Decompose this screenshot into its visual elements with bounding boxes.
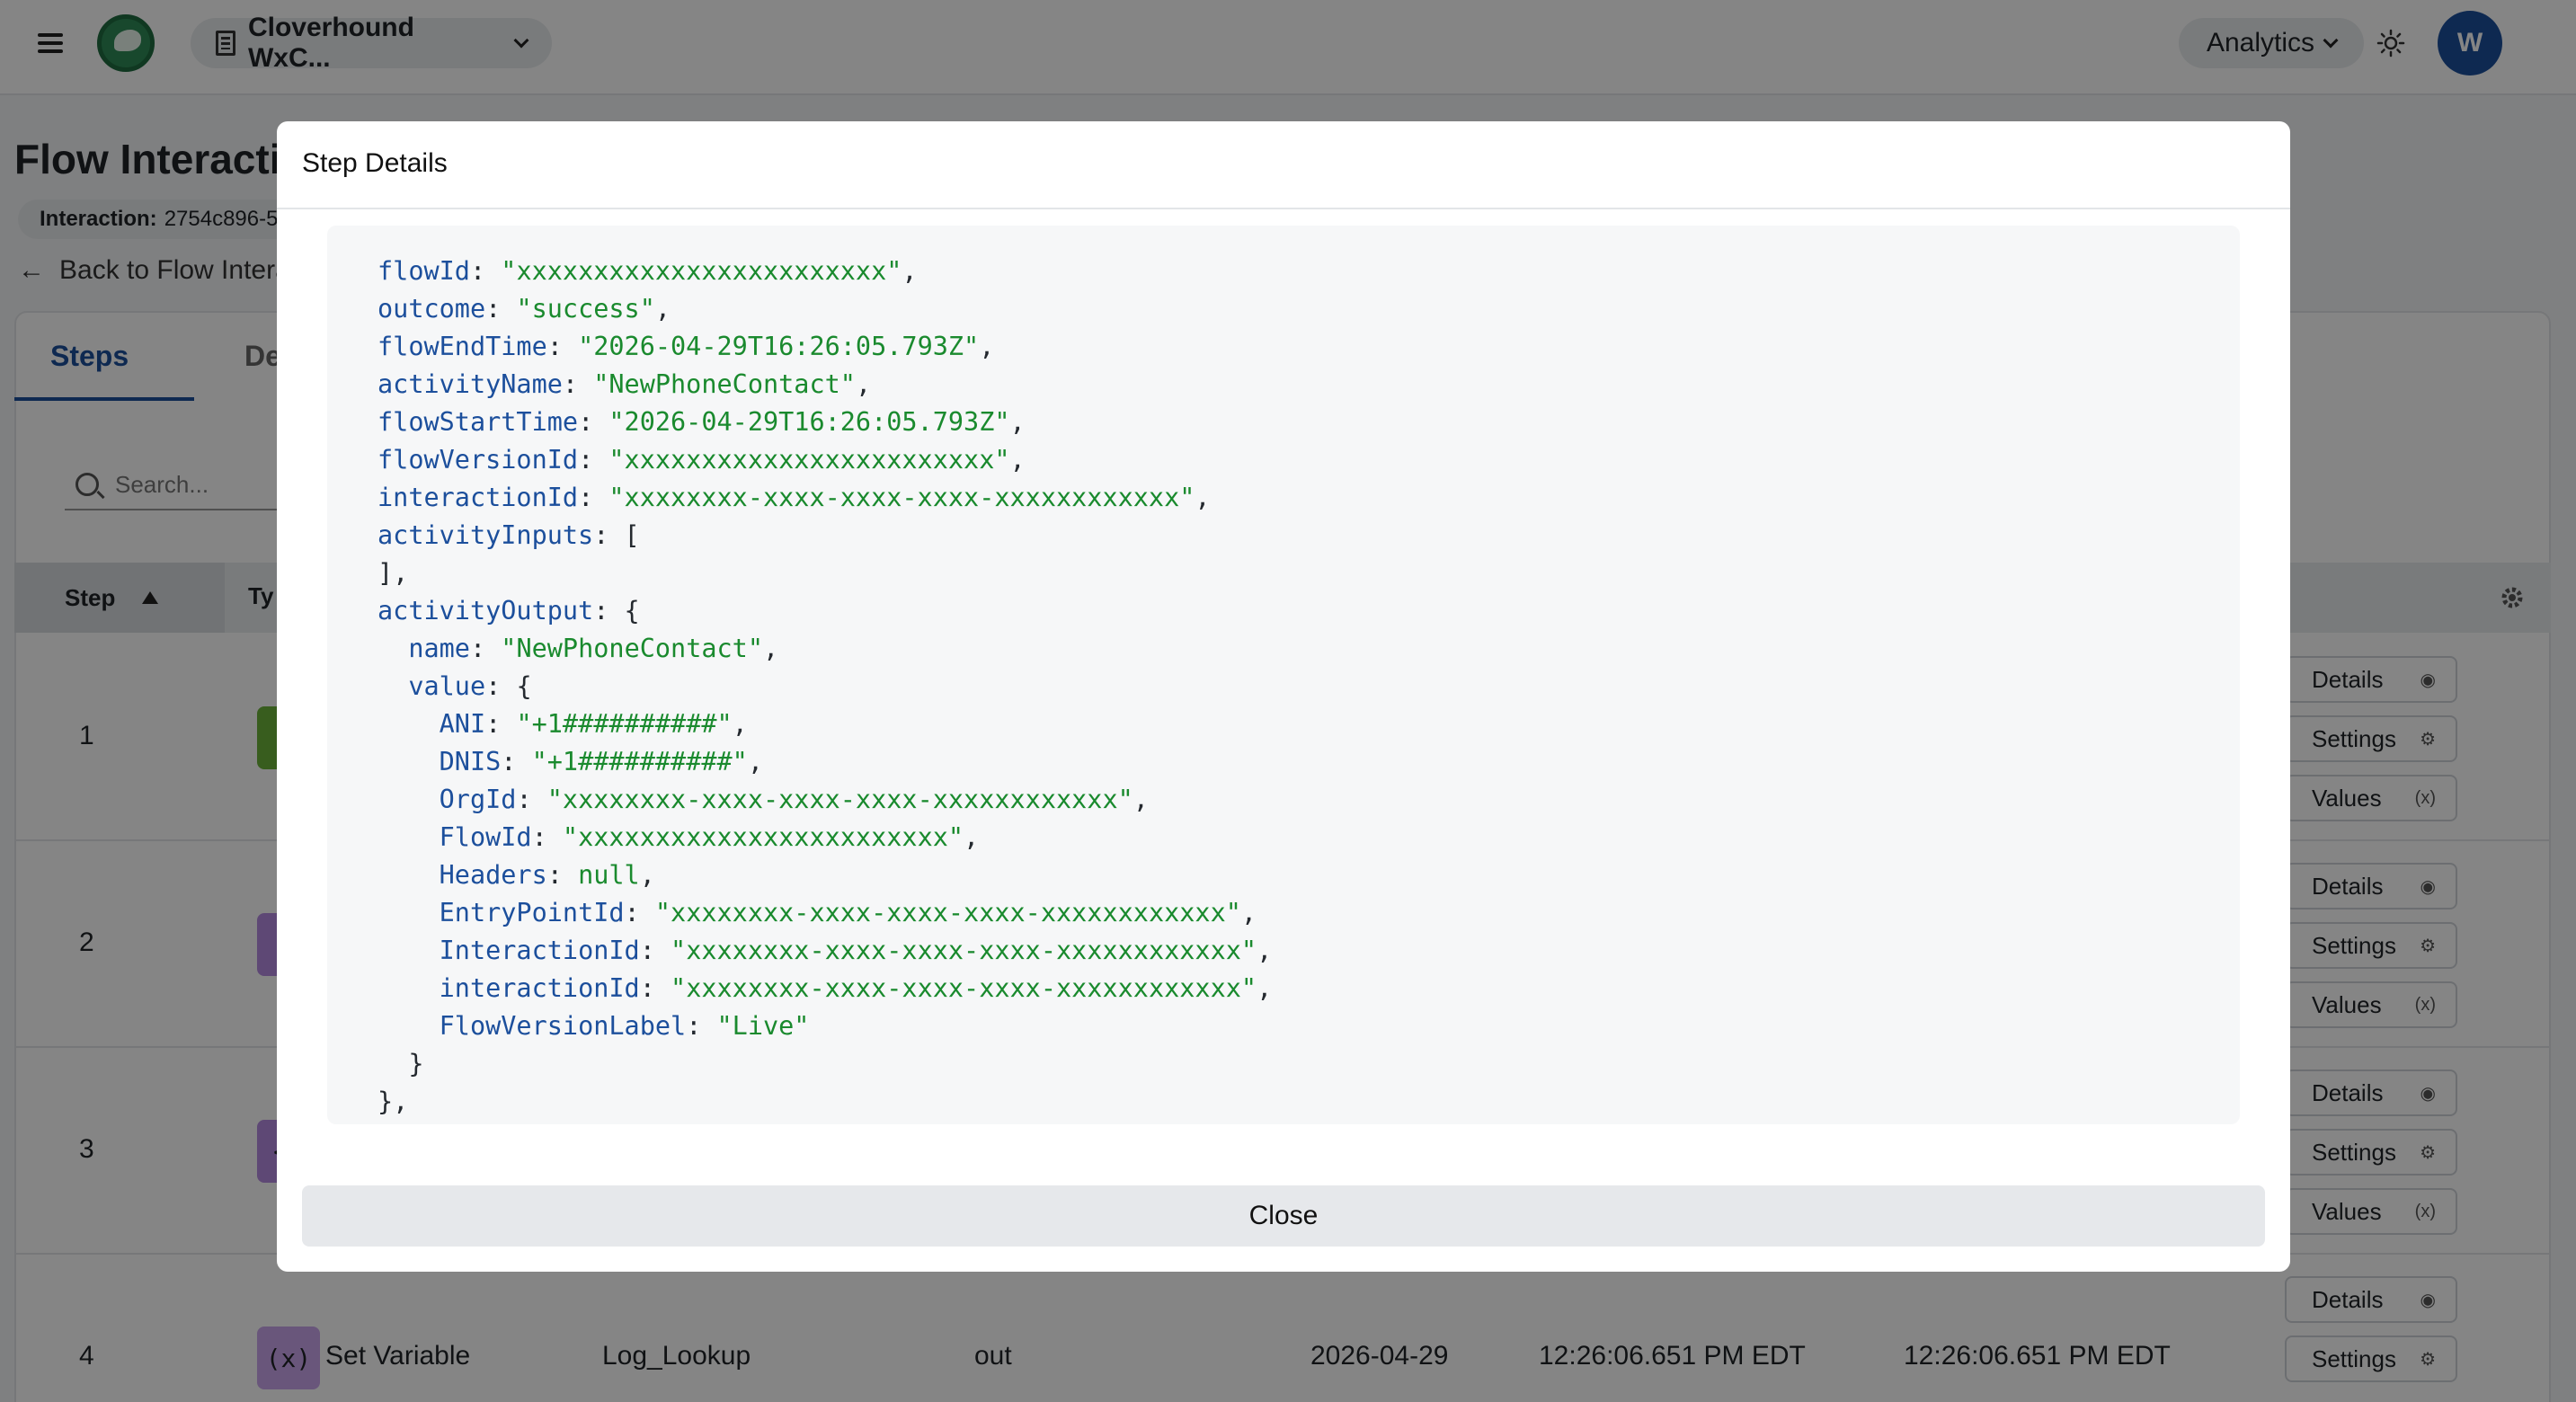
code-key: EntryPointId bbox=[439, 898, 625, 927]
code-value: "+1##########" bbox=[516, 709, 733, 739]
code-value: "2026-04-29T16:26:05.793Z" bbox=[608, 407, 1010, 437]
code-value: "xxxxxxxxxxxxxxxxxxxxxxxx" bbox=[608, 445, 1010, 475]
code-punctuation: , bbox=[763, 634, 779, 663]
code-punctuation: , bbox=[979, 332, 995, 361]
code-line: ], bbox=[378, 555, 2240, 592]
code-key: interactionId bbox=[439, 973, 640, 1003]
code-value: "success" bbox=[516, 294, 655, 324]
code-punctuation: [ bbox=[624, 520, 640, 550]
step-details-modal: Step Details flowId: "xxxxxxxxxxxxxxxxxx… bbox=[277, 121, 2290, 1272]
code-line: interactionId: "xxxxxxxx-xxxx-xxxx-xxxx-… bbox=[378, 483, 1211, 512]
code-key: flowVersionId bbox=[378, 445, 579, 475]
code-punctuation: }, bbox=[378, 1087, 409, 1116]
close-button[interactable]: Close bbox=[302, 1185, 2265, 1247]
code-punctuation: , bbox=[747, 747, 763, 776]
code-line: DNIS: "+1##########", bbox=[439, 747, 763, 776]
code-key: DNIS bbox=[439, 747, 502, 776]
code-line: outcome: "success", bbox=[378, 294, 671, 324]
code-punctuation: , bbox=[1133, 785, 1149, 814]
code-key: activityName bbox=[378, 369, 563, 399]
code-key: interactionId bbox=[378, 483, 579, 512]
code-punctuation: , bbox=[1009, 407, 1026, 437]
code-key: Headers bbox=[439, 860, 547, 890]
code-punctuation: , bbox=[1195, 483, 1211, 512]
divider bbox=[277, 208, 2290, 209]
code-punctuation: , bbox=[1257, 936, 1273, 965]
code-line: flowStartTime: "2026-04-29T16:26:05.793Z… bbox=[378, 407, 1026, 437]
code-punctuation: , bbox=[902, 256, 918, 286]
code-key: flowEndTime bbox=[378, 332, 547, 361]
code-line: activityInputs: [ bbox=[378, 520, 640, 550]
code-line: activityOutput: { bbox=[378, 596, 640, 626]
code-value: "xxxxxxxx-xxxx-xxxx-xxxx-xxxxxxxxxxxx" bbox=[608, 483, 1195, 512]
code-key: outcome bbox=[378, 294, 486, 324]
code-value: "NewPhoneContact" bbox=[501, 634, 763, 663]
code-value: "xxxxxxxx-xxxx-xxxx-xxxx-xxxxxxxxxxxx" bbox=[546, 785, 1133, 814]
code-punctuation: , bbox=[1240, 898, 1257, 927]
code-value: "xxxxxxxxxxxxxxxxxxxxxxxx" bbox=[562, 822, 964, 852]
code-line: flowEndTime: "2026-04-29T16:26:05.793Z", bbox=[378, 332, 995, 361]
code-punctuation: { bbox=[516, 671, 532, 701]
code-value: "Live" bbox=[716, 1011, 810, 1041]
code-punctuation: , bbox=[1009, 445, 1026, 475]
code-punctuation: , bbox=[639, 860, 655, 890]
code-value: null bbox=[578, 860, 640, 890]
code-line: EntryPointId: "xxxxxxxx-xxxx-xxxx-xxxx-x… bbox=[439, 898, 1257, 927]
code-line: interactionId: "xxxxxxxx-xxxx-xxxx-xxxx-… bbox=[439, 973, 1273, 1003]
code-line: FlowVersionLabel: "Live" bbox=[439, 1011, 810, 1041]
code-punctuation: } bbox=[408, 1049, 424, 1078]
code-punctuation: ], bbox=[378, 558, 409, 588]
modal-title: Step Details bbox=[302, 148, 448, 178]
code-line: activityName: "NewPhoneContact", bbox=[378, 369, 872, 399]
code-value: "xxxxxxxx-xxxx-xxxx-xxxx-xxxxxxxxxxxx" bbox=[654, 898, 1241, 927]
code-value: "2026-04-29T16:26:05.793Z" bbox=[578, 332, 980, 361]
code-punctuation: , bbox=[964, 822, 980, 852]
code-punctuation: , bbox=[1257, 973, 1273, 1003]
code-line: InteractionId: "xxxxxxxx-xxxx-xxxx-xxxx-… bbox=[439, 936, 1273, 965]
json-code-block[interactable]: flowId: "xxxxxxxxxxxxxxxxxxxxxxxx", outco… bbox=[327, 226, 2240, 1124]
code-punctuation: , bbox=[855, 369, 872, 399]
code-punctuation: , bbox=[732, 709, 748, 739]
code-key: activityOutput bbox=[378, 596, 594, 626]
code-line: Headers: null, bbox=[439, 860, 655, 890]
code-key: name bbox=[408, 634, 470, 663]
code-key: activityInputs bbox=[378, 520, 594, 550]
code-line: value: { bbox=[408, 671, 532, 701]
code-key: flowStartTime bbox=[378, 407, 579, 437]
code-value: "xxxxxxxxxxxxxxxxxxxxxxxx" bbox=[501, 256, 902, 286]
code-key: InteractionId bbox=[439, 936, 640, 965]
code-line: flowId: "xxxxxxxxxxxxxxxxxxxxxxxx", bbox=[378, 256, 918, 286]
code-line: FlowId: "xxxxxxxxxxxxxxxxxxxxxxxx", bbox=[439, 822, 980, 852]
code-value: "NewPhoneContact" bbox=[593, 369, 856, 399]
code-key: OrgId bbox=[439, 785, 517, 814]
code-key: value bbox=[408, 671, 486, 701]
code-value: "+1##########" bbox=[531, 747, 748, 776]
code-punctuation: { bbox=[624, 596, 640, 626]
code-line: flowVersionId: "xxxxxxxxxxxxxxxxxxxxxxxx… bbox=[378, 445, 1026, 475]
code-line: }, bbox=[378, 1083, 2240, 1121]
code-line: name: "NewPhoneContact", bbox=[408, 634, 779, 663]
code-line: } bbox=[378, 1045, 2240, 1083]
code-line: ANI: "+1##########", bbox=[439, 709, 748, 739]
code-key: ANI bbox=[439, 709, 486, 739]
code-line: OrgId: "xxxxxxxx-xxxx-xxxx-xxxx-xxxxxxxx… bbox=[439, 785, 1149, 814]
code-key: flowId bbox=[378, 256, 470, 286]
code-value: "xxxxxxxx-xxxx-xxxx-xxxx-xxxxxxxxxxxx" bbox=[671, 973, 1257, 1003]
code-key: FlowId bbox=[439, 822, 532, 852]
code-key: FlowVersionLabel bbox=[439, 1011, 687, 1041]
code-punctuation: , bbox=[654, 294, 671, 324]
code-value: "xxxxxxxx-xxxx-xxxx-xxxx-xxxxxxxxxxxx" bbox=[671, 936, 1257, 965]
